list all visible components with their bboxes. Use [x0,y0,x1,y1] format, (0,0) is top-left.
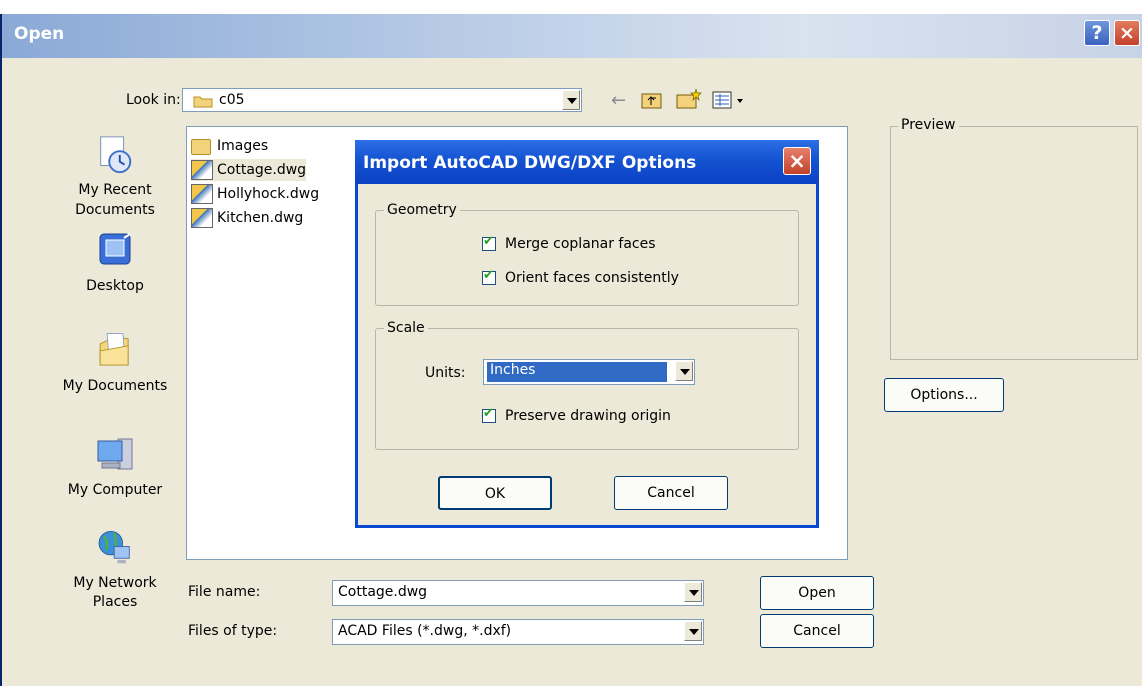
file-item-kitchen[interactable]: Kitchen.dwg [191,207,303,229]
recent-documents-icon [100,136,132,174]
network-places-icon [98,530,130,564]
up-folder-icon[interactable] [641,90,663,110]
preserve-origin-option[interactable]: Preserve drawing origin [482,406,671,424]
preserve-origin-checkbox[interactable] [482,406,496,423]
file-name: Hollyhock.dwg [217,186,320,202]
file-type-value: ACAD Files (*.dwg, *.dxf) [338,623,512,639]
my-documents-icon [99,333,129,366]
merge-coplanar-option[interactable]: Merge coplanar faces [482,234,656,252]
file-name-label: File name: [188,584,261,600]
file-name-input[interactable]: Cottage.dwg [338,584,427,600]
scale-group [375,328,799,450]
my-computer-icon [97,438,133,470]
place-recent-documents[interactable]: My Recent Documents [57,134,173,220]
ok-button[interactable]: OK [438,476,552,510]
look-in-label: Look in: [126,92,181,108]
geometry-group [375,210,799,306]
preview-pane [890,126,1138,360]
open-dialog-title: Open [14,24,65,44]
dwg-file-icon [191,208,213,228]
place-label: My Computer [67,482,163,498]
help-button[interactable]: ? [1084,20,1110,46]
geometry-group-label: Geometry [384,202,460,218]
file-name: Kitchen.dwg [217,210,304,226]
open-titlebar[interactable]: Open ? × [2,14,1142,58]
place-label: My Documents [62,378,168,394]
dwg-file-icon [191,184,213,204]
import-dialog-title: Import AutoCAD DWG/DXF Options [363,153,697,173]
new-folder-icon[interactable] [676,88,702,110]
chevron-down-icon[interactable] [675,361,693,381]
view-menu-icon[interactable] [712,90,746,110]
file-type-combo[interactable]: ACAD Files (*.dwg, *.dxf) [332,619,704,645]
preserve-origin-label: Preserve drawing origin [505,408,671,424]
place-desktop[interactable]: Desktop [57,230,173,296]
file-type-label: Files of type: [188,623,278,639]
back-arrow-icon[interactable]: ← [611,90,626,111]
import-cancel-button[interactable]: Cancel [614,476,728,510]
file-name: Images [217,138,269,154]
close-button[interactable]: × [1114,20,1140,46]
place-label: My Recent Documents [75,182,155,218]
dwg-file-icon [191,160,213,180]
place-label: Desktop [86,278,144,294]
close-icon[interactable]: × [783,147,811,175]
file-name: Cottage.dwg [217,162,307,178]
file-item-images[interactable]: Images [191,135,268,157]
place-my-documents[interactable]: My Documents [57,330,173,396]
merge-coplanar-label: Merge coplanar faces [505,236,656,252]
units-dropdown[interactable]: Inches [483,359,695,385]
orient-faces-checkbox[interactable] [482,268,496,285]
folder-icon [193,96,213,108]
folder-icon [191,139,211,155]
open-button[interactable]: Open [760,576,874,610]
units-label: Units: [425,365,466,381]
import-titlebar[interactable]: Import AutoCAD DWG/DXF Options × [355,140,819,184]
units-value: Inches [487,362,667,382]
place-my-computer[interactable]: My Computer [57,434,173,500]
desktop-icon [99,233,131,265]
chevron-down-icon[interactable] [684,621,702,641]
look-in-combo[interactable]: c05 [182,88,582,112]
orient-faces-label: Orient faces consistently [505,270,679,286]
file-item-hollyhock[interactable]: Hollyhock.dwg [191,183,319,205]
import-options-dialog: Import AutoCAD DWG/DXF Options × Geometr… [355,140,819,528]
place-label: My Network Places [73,575,157,610]
chevron-down-icon[interactable] [562,90,580,110]
merge-coplanar-checkbox[interactable] [482,234,496,251]
options-button[interactable]: Options... [884,378,1004,412]
chevron-down-icon[interactable] [684,582,702,602]
preview-label: Preview [898,117,959,133]
file-name-combo[interactable]: Cottage.dwg [332,580,704,606]
scale-group-label: Scale [384,320,428,336]
place-network-places[interactable]: My Network Places [57,528,173,612]
orient-faces-option[interactable]: Orient faces consistently [482,268,679,286]
look-in-value: c05 [219,92,245,108]
cancel-button[interactable]: Cancel [760,614,874,648]
file-item-cottage[interactable]: Cottage.dwg [191,159,307,181]
